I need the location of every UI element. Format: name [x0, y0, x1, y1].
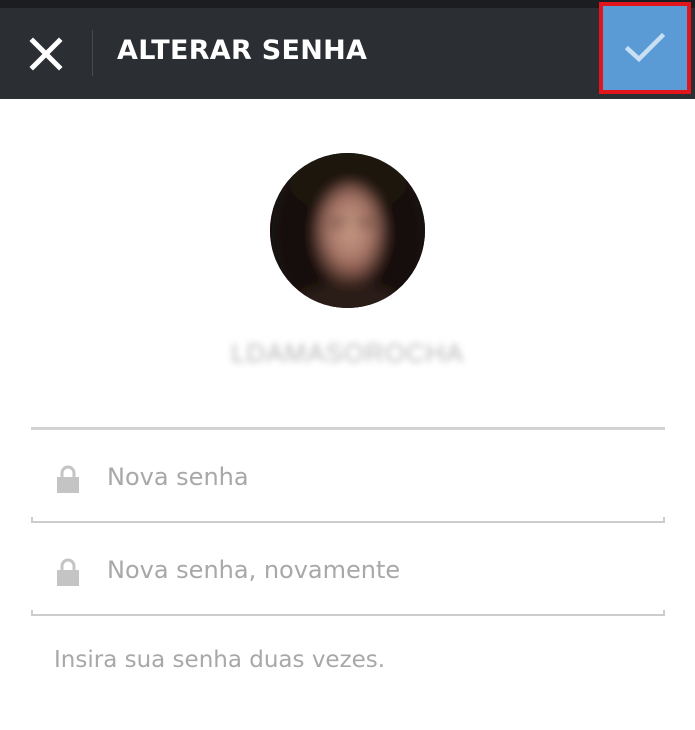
username: LDAMASOROCHA — [230, 338, 465, 368]
avatar — [270, 153, 425, 308]
confirm-password-input[interactable] — [107, 548, 647, 592]
header-divider — [92, 30, 93, 76]
close-button[interactable] — [12, 20, 80, 88]
avatar-photo — [270, 153, 425, 308]
checkmark-icon — [625, 32, 665, 63]
new-password-underline — [31, 517, 665, 523]
lock-icon — [57, 465, 79, 493]
new-password-input[interactable] — [107, 455, 647, 499]
new-password-field[interactable] — [31, 431, 665, 523]
status-bar — [0, 0, 695, 8]
lock-icon — [57, 558, 79, 586]
app-bar: ALTERAR SENHA — [0, 2, 695, 99]
page-title: ALTERAR SENHA — [117, 35, 368, 66]
password-hint: Insira sua senha duas vezes. — [54, 647, 386, 673]
confirm-button[interactable] — [599, 2, 691, 94]
confirm-password-field[interactable] — [31, 524, 665, 616]
section-divider — [31, 427, 665, 430]
confirm-password-underline — [31, 610, 665, 616]
close-icon — [29, 37, 63, 71]
